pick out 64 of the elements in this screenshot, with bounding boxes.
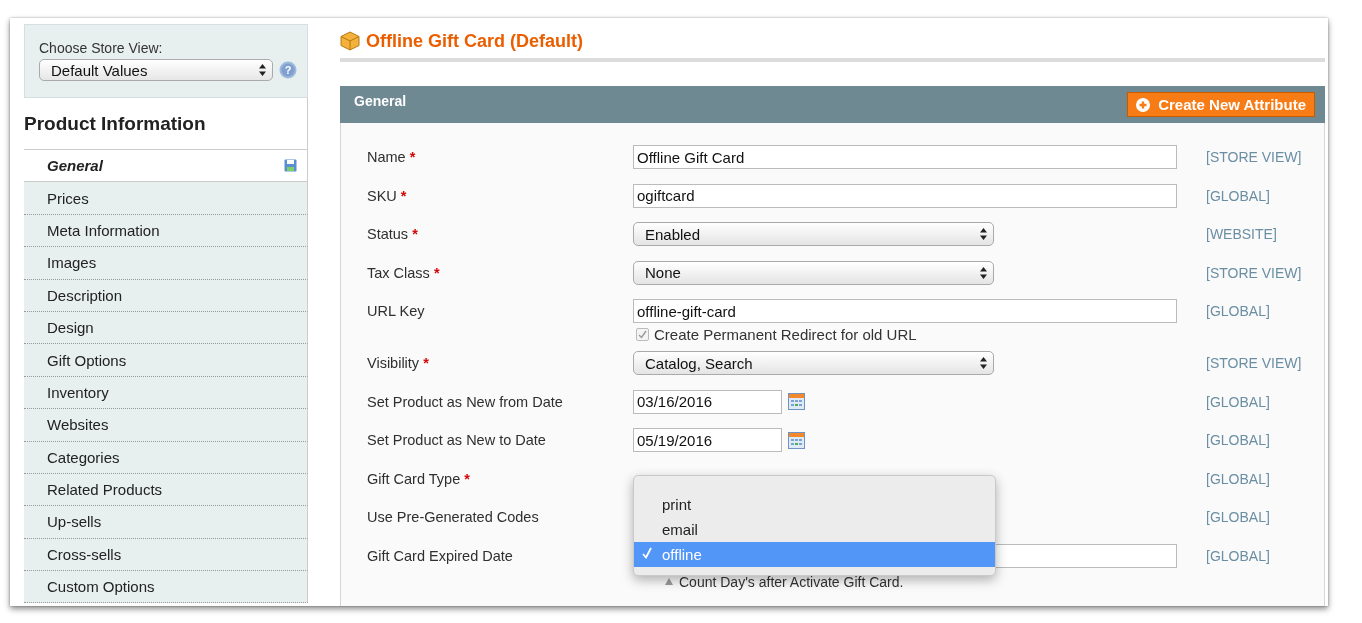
field-label: Status * xyxy=(367,225,419,242)
field-label: Gift Card Type * xyxy=(367,469,471,487)
sidebar-tab[interactable]: Websites xyxy=(24,409,308,442)
plus-icon xyxy=(1136,97,1151,112)
box-icon xyxy=(340,31,360,51)
checkbox-label: Create Permanent Redirect for old URL xyxy=(654,326,917,343)
scope-label: [GLOBAL] xyxy=(1206,431,1271,448)
note-arrow-icon xyxy=(665,578,673,585)
sidebar-tab[interactable]: Description xyxy=(24,279,308,312)
field-label: Tax Class * xyxy=(367,263,441,281)
page-title: Offline Gift Card (Default) xyxy=(366,30,583,52)
section-title: General xyxy=(354,93,407,109)
checkmark-icon xyxy=(642,546,652,559)
field-label: Gift Card Expired Date xyxy=(367,546,514,564)
scope-label: [GLOBAL] xyxy=(1206,302,1271,319)
sidebar-tab[interactable]: Images xyxy=(24,247,308,280)
sidebar-tab[interactable]: Design xyxy=(24,311,308,345)
scope-label: [STORE VIEW] xyxy=(1206,148,1303,165)
scope-label: [STORE VIEW] xyxy=(1206,263,1303,281)
sidebar-tab[interactable]: Cross-sells xyxy=(24,538,308,572)
text-field[interactable]: offline-gift-card xyxy=(633,299,1177,323)
sidebar-tab[interactable]: Up-sells xyxy=(24,506,308,539)
sidebar-tab[interactable]: Related Products xyxy=(24,473,308,507)
scope-label: [GLOBAL] xyxy=(1206,186,1271,204)
select-arrows-icon xyxy=(980,357,987,369)
select-arrows-icon xyxy=(980,228,987,240)
field-label: SKU * xyxy=(367,186,408,204)
calendar-icon[interactable] xyxy=(788,393,805,410)
select-field[interactable]: Catalog, Search xyxy=(633,351,994,375)
sidebar-tab[interactable]: Categories xyxy=(24,441,308,474)
field-label: Visibility * xyxy=(367,354,430,371)
sidebar-tab[interactable]: Inventory xyxy=(24,376,308,410)
sidebar-tab[interactable]: General xyxy=(24,150,308,183)
field-note: Count Day's after Activate Gift Card. xyxy=(679,573,904,590)
select-arrows-icon xyxy=(980,266,987,279)
scope-label: [GLOBAL] xyxy=(1206,392,1271,410)
dropdown-option[interactable]: email xyxy=(634,516,995,542)
text-field[interactable]: ogiftcard xyxy=(633,183,1177,208)
field-label: URL Key xyxy=(367,302,426,319)
date-field[interactable]: 03/16/2016 xyxy=(633,389,782,414)
checkbox[interactable] xyxy=(636,328,649,341)
scope-label: [GLOBAL] xyxy=(1206,546,1271,564)
select-arrows-icon xyxy=(259,64,266,76)
field-label: Name * xyxy=(367,148,417,165)
scope-label: [STORE VIEW] xyxy=(1206,354,1303,371)
date-field[interactable]: 05/19/2016 xyxy=(633,428,782,452)
sidebar-tab[interactable]: Prices xyxy=(24,182,308,215)
calendar-icon[interactable] xyxy=(788,431,805,449)
store-view-label: Choose Store View: xyxy=(39,40,164,56)
scope-label: [GLOBAL] xyxy=(1206,469,1271,487)
select-field[interactable]: Enabled xyxy=(633,222,994,246)
field-label: Use Pre-Generated Codes xyxy=(367,508,540,525)
field-label: Set Product as New from Date xyxy=(367,392,564,410)
sidebar-title: Product Information xyxy=(24,98,308,150)
sidebar-tab[interactable]: Gift Options xyxy=(24,344,308,377)
select-field[interactable]: None xyxy=(633,260,994,285)
sidebar-tab[interactable]: Meta Information xyxy=(24,214,308,248)
scope-label: [WEBSITE] xyxy=(1206,225,1278,242)
sidebar-tab[interactable]: Custom Options xyxy=(24,571,308,604)
dropdown-option[interactable]: print xyxy=(634,491,995,517)
scope-label: [GLOBAL] xyxy=(1206,508,1271,525)
field-label: Set Product as New to Date xyxy=(367,431,547,448)
store-view-select[interactable]: Default Values xyxy=(39,59,273,81)
text-field[interactable]: Offline Gift Card xyxy=(633,145,1177,169)
